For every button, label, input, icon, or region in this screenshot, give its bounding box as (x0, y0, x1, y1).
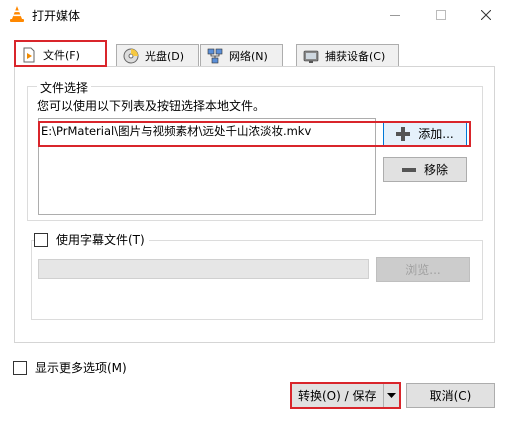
close-button[interactable] (463, 0, 508, 30)
minus-icon (401, 167, 416, 172)
vlc-cone-icon (10, 6, 24, 22)
cancel-button[interactable]: 取消(C) (406, 383, 495, 408)
add-file-button[interactable]: 添加... (383, 121, 467, 146)
tab-network-label: 网络(N) (229, 49, 268, 63)
minimize-icon (390, 14, 400, 16)
convert-save-label: 转换(O) / 保存 (298, 389, 377, 403)
convert-dropdown-toggle[interactable] (383, 384, 399, 407)
tab-file-label: 文件(F) (43, 48, 80, 62)
file-selection-legend: 文件选择 (37, 79, 92, 96)
browse-button: 浏览... (376, 257, 470, 282)
tab-disc-label: 光盘(D) (145, 49, 185, 63)
file-list-item[interactable]: E:\PrMaterial\图片与视频素材\远处千山浓淡妆.mkv (41, 123, 311, 139)
more-options-label: 显示更多选项(M) (35, 361, 127, 375)
minimize-button[interactable] (372, 0, 418, 30)
more-options-checkbox[interactable] (13, 360, 27, 375)
tab-disc[interactable]: 光盘(D) (116, 44, 199, 66)
subtitle-checkbox[interactable] (34, 232, 48, 247)
remove-file-label: 移除 (423, 163, 448, 177)
maximize-button[interactable] (418, 0, 464, 30)
maximize-icon (436, 10, 446, 20)
tab-capture-label: 捕获设备(C) (325, 49, 386, 63)
convert-save-button[interactable]: 转换(O) / 保存 (291, 383, 400, 408)
add-file-label: 添加... (418, 127, 454, 141)
tab-capture-device[interactable]: 捕获设备(C) (296, 44, 399, 66)
remove-file-button[interactable]: 移除 (383, 157, 467, 182)
plus-icon (396, 126, 411, 141)
network-icon (207, 48, 223, 63)
browse-label: 浏览... (405, 263, 441, 277)
chevron-down-icon (387, 393, 396, 398)
capture-device-icon (303, 50, 319, 63)
subtitle-path-field (38, 259, 369, 279)
subtitle-checkbox-row[interactable]: 使用字幕文件(T) (34, 231, 149, 248)
disc-icon (123, 48, 139, 63)
subtitle-checkbox-label: 使用字幕文件(T) (56, 233, 145, 247)
file-play-icon (23, 47, 35, 62)
window-title: 打开媒体 (32, 9, 81, 23)
tab-file[interactable]: 文件(F) (14, 41, 106, 67)
file-selection-description: 您可以使用以下列表及按钮选择本地文件。 (37, 99, 266, 113)
close-icon (481, 10, 491, 20)
file-list[interactable]: E:\PrMaterial\图片与视频素材\远处千山浓淡妆.mkv (38, 118, 376, 215)
tab-network[interactable]: 网络(N) (200, 44, 283, 66)
cancel-label: 取消(C) (429, 389, 472, 403)
more-options-row[interactable]: 显示更多选项(M) (13, 359, 127, 376)
title-bar: 打开媒体 (0, 0, 508, 30)
